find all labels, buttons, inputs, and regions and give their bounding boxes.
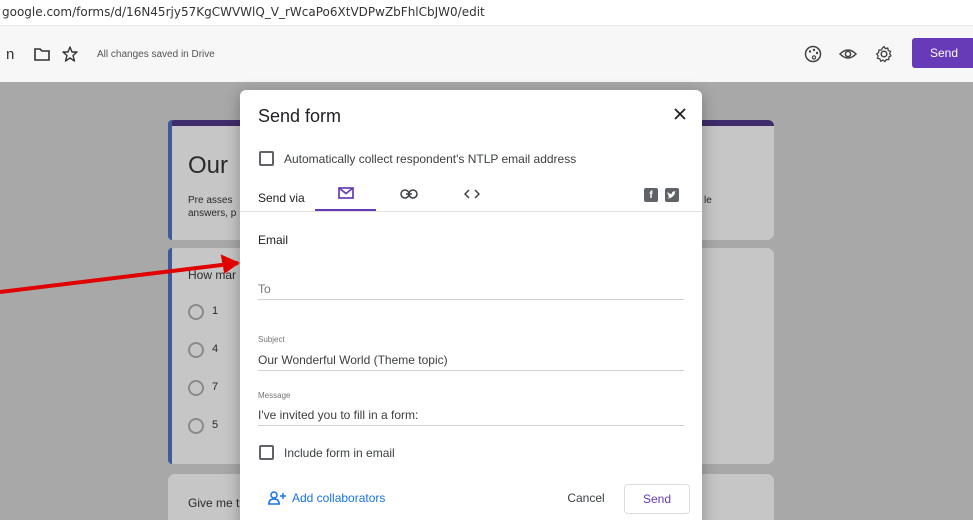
twitter-icon[interactable]: [665, 188, 679, 202]
send-form-button-label: Send: [930, 46, 959, 60]
option-label-1: 1: [212, 305, 219, 317]
include-form-checkbox[interactable]: [259, 445, 274, 460]
card-accent-left: [168, 120, 172, 240]
option-label-2: 4: [212, 343, 219, 355]
cancel-button[interactable]: Cancel: [555, 484, 617, 512]
gear-icon[interactable]: [870, 40, 898, 68]
tab-email[interactable]: [329, 182, 363, 208]
email-icon: [338, 186, 354, 204]
document-title[interactable]: n: [6, 46, 14, 63]
dialog-title: Send form: [258, 106, 342, 126]
message-field[interactable]: [258, 404, 684, 426]
palette-icon[interactable]: [799, 40, 827, 68]
person-add-icon: [268, 491, 286, 505]
url-text[interactable]: google.com/forms/d/16N45rjy57KgCWVWlQ_V_…: [2, 5, 485, 19]
form-description-line1: Pre asses: [188, 195, 233, 206]
subject-label: Subject: [258, 335, 285, 344]
option-label-4: 5: [212, 419, 219, 431]
email-section-label: Email: [258, 233, 289, 247]
message-label: Message: [258, 391, 291, 400]
tab-embed[interactable]: [455, 182, 489, 208]
include-form-label: Include form in email: [284, 446, 395, 460]
send-button[interactable]: Send: [624, 484, 690, 514]
form-description-tail: le: [704, 195, 712, 206]
divider: [240, 211, 702, 212]
close-icon[interactable]: [670, 104, 690, 124]
question-title: How mar: [188, 268, 237, 282]
tab-link[interactable]: [392, 182, 426, 208]
facebook-icon[interactable]: f: [644, 188, 658, 202]
send-via-label: Send via: [258, 191, 305, 205]
send-form-button[interactable]: Send: [912, 38, 973, 68]
radio-option-1[interactable]: [188, 304, 204, 320]
radio-option-3[interactable]: [188, 380, 204, 396]
eye-icon[interactable]: [834, 40, 862, 68]
to-field[interactable]: [258, 278, 684, 300]
forms-app: n All changes saved in Drive Send Our Pr…: [0, 26, 973, 520]
add-collaborators-label: Add collaborators: [292, 491, 386, 505]
form-title[interactable]: Our: [188, 152, 228, 180]
collect-email-checkbox[interactable]: [259, 151, 274, 166]
radio-option-2[interactable]: [188, 342, 204, 358]
link-icon: [400, 186, 418, 204]
folder-icon[interactable]: [28, 40, 56, 68]
cancel-button-label: Cancel: [567, 491, 605, 505]
collect-email-label: Automatically collect respondent's NTLP …: [284, 152, 577, 166]
send-form-dialog: Send form Automatically collect responde…: [240, 90, 702, 520]
forms-toolbar: n All changes saved in Drive Send: [0, 26, 973, 82]
star-icon[interactable]: [56, 40, 84, 68]
radio-option-4[interactable]: [188, 418, 204, 434]
option-label-3: 7: [212, 381, 219, 393]
card-accent-left: [168, 248, 172, 464]
form-description-line2: answers, p: [188, 208, 237, 219]
add-collaborators-button[interactable]: Add collaborators: [268, 491, 385, 505]
code-icon: [463, 186, 481, 204]
save-status: All changes saved in Drive: [97, 49, 215, 60]
subject-field[interactable]: [258, 349, 684, 371]
send-button-label: Send: [642, 492, 672, 506]
browser-url-bar[interactable]: google.com/forms/d/16N45rjy57KgCWVWlQ_V_…: [0, 0, 973, 26]
